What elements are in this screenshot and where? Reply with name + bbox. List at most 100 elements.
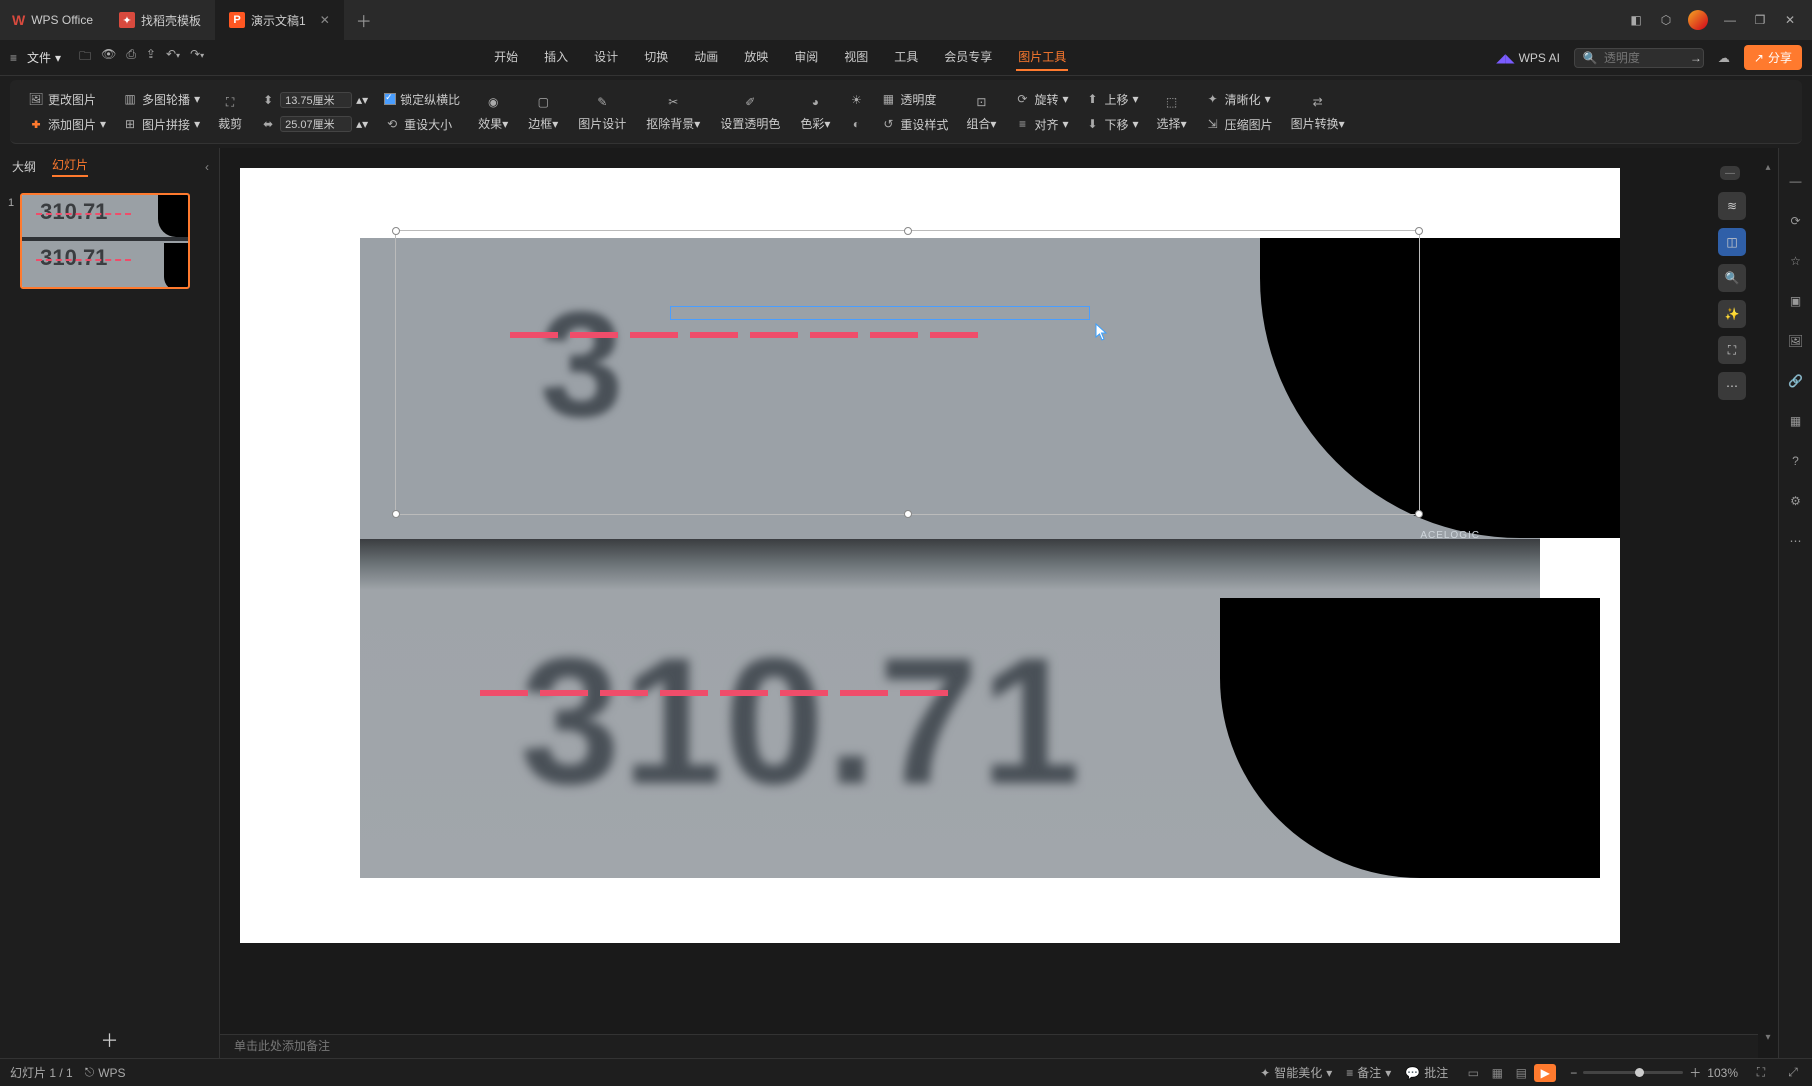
fullscreen-icon[interactable]: ⛶ bbox=[1718, 336, 1746, 364]
add-slide-button[interactable]: ＋ bbox=[0, 1022, 219, 1058]
tab-review[interactable]: 审阅 bbox=[792, 44, 820, 71]
tab-start[interactable]: 开始 bbox=[492, 44, 520, 71]
border-button[interactable]: ▢边框▾ bbox=[522, 89, 564, 134]
rail-more-icon[interactable]: ⋯ bbox=[1787, 532, 1805, 550]
rotate[interactable]: ⟳旋转▾ bbox=[1010, 89, 1072, 110]
scroll-down-icon[interactable]: ▾ bbox=[1762, 1032, 1774, 1044]
align[interactable]: ≡对齐▾ bbox=[1010, 114, 1072, 135]
rail-minus-icon[interactable]: ― bbox=[1787, 172, 1805, 190]
rail-refresh-icon[interactable]: ⟳ bbox=[1787, 212, 1805, 230]
picture-merge[interactable]: ⊞图片拼接▾ bbox=[118, 114, 204, 135]
rail-help-icon[interactable]: ? bbox=[1787, 452, 1805, 470]
transparency-slider[interactable]: ▦透明度 bbox=[876, 89, 952, 110]
contrast[interactable]: ◐ bbox=[844, 114, 868, 134]
window-detach-icon[interactable]: ◧ bbox=[1628, 12, 1644, 28]
tab-design[interactable]: 设计 bbox=[592, 44, 620, 71]
slideshow-view-icon[interactable]: ▶ bbox=[1534, 1064, 1556, 1082]
zoom-out-icon[interactable]: − bbox=[1570, 1066, 1577, 1080]
collapse-float-icon[interactable]: ― bbox=[1720, 166, 1740, 180]
file-menu[interactable]: 文件▾ bbox=[27, 49, 61, 66]
tab-transition[interactable]: 切换 bbox=[642, 44, 670, 71]
vertical-scrollbar[interactable]: ▴ ▾ bbox=[1762, 162, 1774, 1044]
reading-view-icon[interactable]: ▤ bbox=[1510, 1064, 1532, 1082]
crop-button[interactable]: ⛶ 裁剪 bbox=[212, 89, 248, 134]
set-transparency[interactable]: ✐设置透明色 bbox=[714, 89, 786, 134]
comments-toggle[interactable]: 💬批注 bbox=[1405, 1064, 1448, 1081]
rail-link-icon[interactable]: 🔗 bbox=[1787, 372, 1805, 390]
notes-area[interactable]: 单击此处添加备注 bbox=[220, 1034, 1758, 1058]
compress[interactable]: ⇲压缩图片 bbox=[1201, 114, 1277, 135]
redo-icon[interactable]: ↷▾ bbox=[190, 47, 204, 68]
convert-button[interactable]: ⇄图片转换▾ bbox=[1285, 89, 1351, 134]
wps-ai-button[interactable]: ◢◣WPS AI bbox=[1496, 51, 1560, 65]
add-picture[interactable]: 🞧添加图片▾ bbox=[24, 114, 110, 135]
tab-member[interactable]: 会员专享 bbox=[942, 44, 994, 71]
rail-slides-icon[interactable]: ▣ bbox=[1787, 292, 1805, 310]
more-float-icon[interactable]: ⋯ bbox=[1718, 372, 1746, 400]
tab-animation[interactable]: 动画 bbox=[692, 44, 720, 71]
rail-settings-icon[interactable]: ⚙ bbox=[1787, 492, 1805, 510]
normal-view-icon[interactable]: ▭ bbox=[1462, 1064, 1484, 1082]
cloud-icon[interactable]: ☁ bbox=[1718, 51, 1730, 65]
undo-icon[interactable]: ↶▾ bbox=[166, 47, 180, 68]
brightness[interactable]: ☀ bbox=[844, 90, 868, 110]
crop-float-icon[interactable]: ◫ bbox=[1718, 228, 1746, 256]
notes-toggle[interactable]: ≡备注▾ bbox=[1346, 1064, 1391, 1081]
layers-icon[interactable]: ≋ bbox=[1718, 192, 1746, 220]
tab-insert[interactable]: 插入 bbox=[542, 44, 570, 71]
zoom-slider[interactable] bbox=[1583, 1071, 1683, 1074]
fit-screen-icon[interactable]: ⛶ bbox=[1752, 1064, 1770, 1082]
change-picture[interactable]: 🖼更改图片 bbox=[24, 89, 110, 110]
zoom-float-icon[interactable]: 🔍 bbox=[1718, 264, 1746, 292]
wps-status[interactable]: ⎋WPS bbox=[85, 1065, 126, 1080]
close-tab-icon[interactable]: ✕ bbox=[320, 13, 330, 27]
beautify-button[interactable]: ✦智能美化▾ bbox=[1260, 1064, 1332, 1081]
tab-picture-tools[interactable]: 图片工具 bbox=[1016, 44, 1068, 71]
rail-star-icon[interactable]: ☆ bbox=[1787, 252, 1805, 270]
height-input[interactable] bbox=[280, 92, 352, 108]
collapse-panel-icon[interactable]: ‹ bbox=[205, 160, 209, 174]
sorter-view-icon[interactable]: ▦ bbox=[1486, 1064, 1508, 1082]
search-box[interactable]: 🔍 → bbox=[1574, 48, 1704, 68]
color-button[interactable]: ◕色彩▾ bbox=[794, 89, 836, 134]
rail-grid-icon[interactable]: ▦ bbox=[1787, 412, 1805, 430]
stepper-icon[interactable]: ▴▾ bbox=[356, 93, 368, 107]
search-input[interactable] bbox=[1604, 51, 1684, 65]
inserted-image[interactable]: 3 310.71 ACELOGIC bbox=[360, 238, 1540, 878]
move-up[interactable]: ⬆上移▾ bbox=[1081, 89, 1143, 110]
remove-bg[interactable]: ✂抠除背景▾ bbox=[640, 89, 706, 134]
slide-thumbnail[interactable]: 310.71 310.71 bbox=[20, 193, 190, 289]
picture-design[interactable]: ✎图片设计 bbox=[572, 89, 632, 134]
zoom-knob[interactable] bbox=[1635, 1068, 1644, 1077]
magic-icon[interactable]: ✨ bbox=[1718, 300, 1746, 328]
save-icon[interactable]: 🗀 bbox=[79, 47, 91, 68]
user-avatar[interactable] bbox=[1688, 10, 1708, 30]
print-icon[interactable]: ⎙ bbox=[126, 47, 136, 68]
close-window-icon[interactable]: ✕ bbox=[1782, 12, 1798, 28]
group-button[interactable]: ⊡组合▾ bbox=[960, 89, 1002, 134]
template-tab[interactable]: ✦ 找稻壳模板 bbox=[105, 0, 215, 40]
tab-view[interactable]: 视图 bbox=[842, 44, 870, 71]
select-button[interactable]: ⬚选择▾ bbox=[1151, 89, 1193, 134]
width-input[interactable] bbox=[280, 116, 352, 132]
maximize-icon[interactable]: ❐ bbox=[1752, 12, 1768, 28]
slides-tab[interactable]: 幻灯片 bbox=[52, 156, 88, 177]
reset-size[interactable]: ⟲重设大小 bbox=[380, 114, 464, 135]
tab-tools[interactable]: 工具 bbox=[892, 44, 920, 71]
hamburger-icon[interactable]: ≡ bbox=[10, 51, 17, 65]
tab-slideshow[interactable]: 放映 bbox=[742, 44, 770, 71]
share-button[interactable]: ↗分享 bbox=[1744, 45, 1802, 70]
export-icon[interactable]: ⇪ bbox=[146, 47, 156, 68]
zoom-in-icon[interactable]: ＋ bbox=[1689, 1064, 1701, 1081]
minimize-icon[interactable]: ― bbox=[1722, 12, 1738, 28]
add-tab-button[interactable]: ＋ bbox=[344, 0, 384, 40]
multi-outline[interactable]: ▥多图轮播▾ bbox=[118, 89, 204, 110]
rail-image-icon[interactable]: 🖼 bbox=[1787, 332, 1805, 350]
expand-icon[interactable]: ⤢ bbox=[1784, 1064, 1802, 1082]
lock-ratio-checkbox[interactable]: 锁定纵横比 bbox=[380, 89, 464, 110]
search-go-icon[interactable]: → bbox=[1690, 51, 1702, 65]
clarity[interactable]: ✦清晰化▾ bbox=[1201, 89, 1277, 110]
effect-button[interactable]: ◉效果▾ bbox=[472, 89, 514, 134]
slide[interactable]: 3 310.71 ACELOGIC bbox=[240, 168, 1620, 943]
move-down[interactable]: ⬇下移▾ bbox=[1081, 114, 1143, 135]
